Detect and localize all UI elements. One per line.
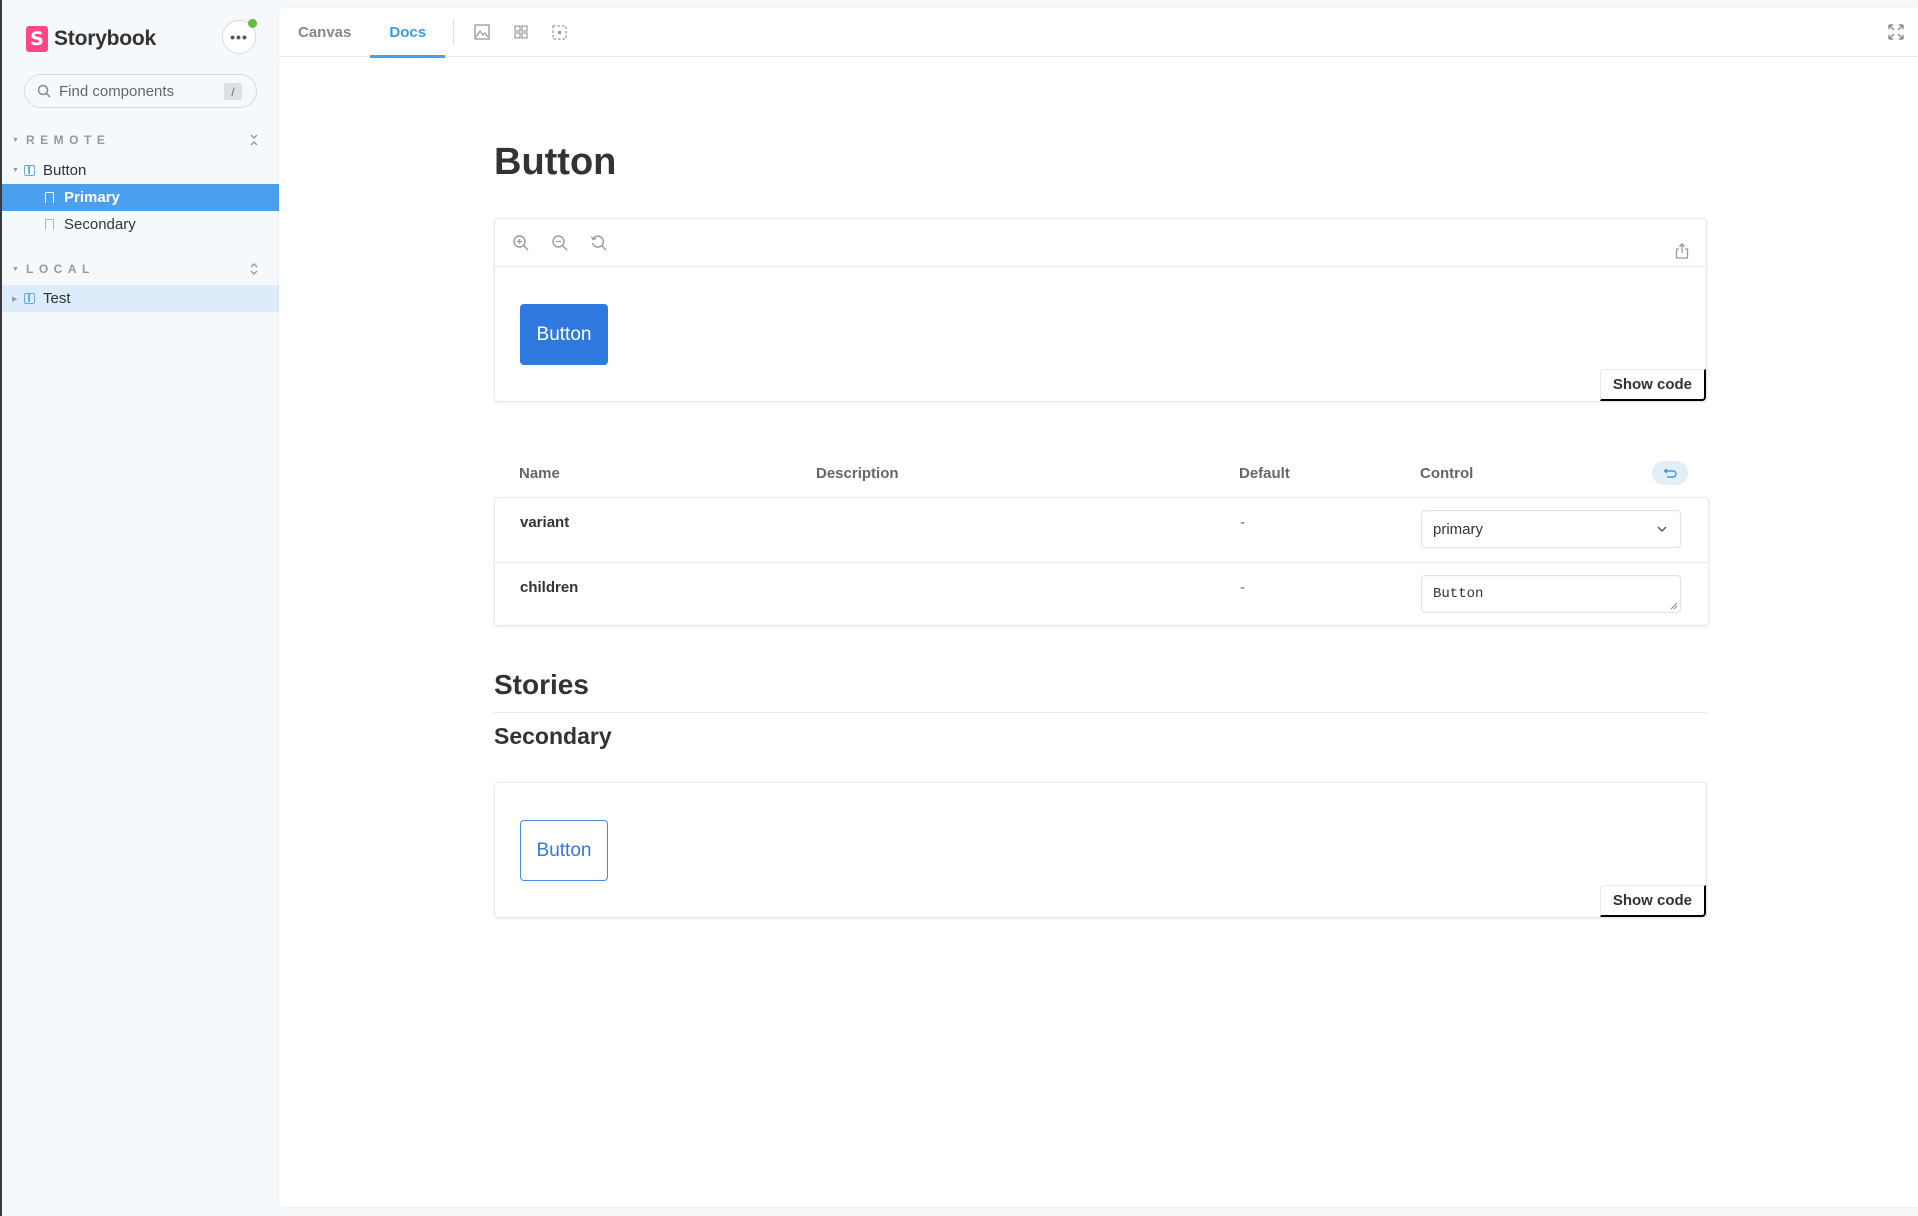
preview-toolbar xyxy=(495,219,1706,267)
secondary-demo-button[interactable]: Button xyxy=(520,820,608,881)
search-shortcut-key: / xyxy=(224,83,242,100)
children-textarea[interactable]: Button xyxy=(1422,576,1680,612)
table-row: variant - primary xyxy=(495,498,1708,562)
column-header-control: Control xyxy=(1420,465,1474,482)
section-local[interactable]: ▼ LOCAL xyxy=(12,259,267,279)
tree-item-secondary[interactable]: Secondary xyxy=(2,211,279,238)
search-input[interactable] xyxy=(59,82,209,100)
outline-icon xyxy=(552,24,567,40)
component-icon xyxy=(24,165,35,176)
column-header-name: Name xyxy=(519,465,560,482)
tree-item-primary[interactable]: Primary xyxy=(2,184,279,211)
grid-icon xyxy=(513,25,528,39)
storybook-logo-icon: S xyxy=(26,26,48,52)
stories-divider xyxy=(494,712,1707,713)
variant-select-input[interactable]: primary xyxy=(1422,511,1680,547)
arg-default: - xyxy=(1240,514,1245,531)
primary-demo-button[interactable]: Button xyxy=(520,304,608,365)
search-icon xyxy=(37,84,51,98)
collapse-all-icon[interactable] xyxy=(249,134,259,146)
args-table-body: variant - primary children - Button xyxy=(494,497,1709,626)
tree-item-label: Test xyxy=(43,290,71,307)
tab-canvas[interactable]: Canvas xyxy=(279,8,370,57)
settings-menu-button[interactable]: ••• xyxy=(222,19,257,54)
share-icon[interactable] xyxy=(1675,243,1689,259)
zoom-in-icon[interactable] xyxy=(512,234,530,252)
column-header-default: Default xyxy=(1239,465,1290,482)
tree-item-button[interactable]: ▼ Button xyxy=(2,157,279,184)
fullscreen-icon[interactable] xyxy=(1888,24,1904,40)
column-header-description: Description xyxy=(816,465,899,482)
arg-default: - xyxy=(1240,579,1245,596)
arg-name: variant xyxy=(520,514,570,531)
story-title-secondary: Secondary xyxy=(494,723,612,749)
update-status-dot xyxy=(248,19,257,28)
secondary-story-preview: Button Show code xyxy=(494,782,1707,918)
arg-name: children xyxy=(520,579,579,596)
background-tool-button[interactable] xyxy=(462,8,501,57)
more-icon: ••• xyxy=(230,29,248,45)
story-bookmark-icon xyxy=(45,219,54,230)
toolbar: Canvas Docs xyxy=(279,8,1918,58)
section-toggle-icon: ▼ xyxy=(12,136,19,144)
main-panel: Canvas Docs Button Button Show code Name… xyxy=(279,8,1918,1207)
section-remote[interactable]: ▼ REMOTE xyxy=(12,130,267,150)
collapsed-caret-icon: ▶ xyxy=(12,295,18,303)
outline-tool-button[interactable] xyxy=(540,8,579,57)
grid-tool-button[interactable] xyxy=(501,8,540,57)
expand-all-icon[interactable] xyxy=(249,262,259,276)
args-table-header: Name Description Default Control xyxy=(494,457,1707,491)
undo-icon xyxy=(1663,468,1677,478)
show-code-button[interactable]: Show code xyxy=(1599,369,1706,401)
table-row: children - Button xyxy=(495,562,1708,626)
tab-docs[interactable]: Docs xyxy=(370,8,445,58)
tree-item-label: Button xyxy=(43,162,87,179)
component-icon xyxy=(24,293,35,304)
brand-name: Storybook xyxy=(54,27,157,50)
variant-select[interactable]: primary xyxy=(1421,510,1681,548)
children-text-control[interactable]: Button xyxy=(1421,575,1681,613)
tree-item-label: Primary xyxy=(64,189,120,206)
show-code-button[interactable]: Show code xyxy=(1599,885,1706,917)
primary-story-preview: Button Show code xyxy=(494,218,1707,402)
tree-item-label: Secondary xyxy=(64,216,136,233)
zoom-out-icon[interactable] xyxy=(551,234,569,252)
brand[interactable]: S Storybook xyxy=(26,26,156,52)
search-field[interactable]: / xyxy=(24,74,257,108)
background-icon xyxy=(473,24,490,40)
reset-controls-button[interactable] xyxy=(1652,461,1688,485)
stories-heading: Stories xyxy=(494,669,589,700)
section-label: REMOTE xyxy=(26,133,111,147)
sidebar: S Storybook ••• / ▼ REMOTE ▼ Button Prim… xyxy=(2,0,279,1216)
resize-handle-icon[interactable] xyxy=(1670,602,1678,610)
section-label: LOCAL xyxy=(26,262,95,276)
toolbar-divider xyxy=(453,19,455,45)
tree-item-test[interactable]: ▶ Test xyxy=(2,285,279,312)
page-title: Button xyxy=(494,141,617,183)
zoom-reset-icon[interactable] xyxy=(590,234,608,252)
section-toggle-icon: ▼ xyxy=(12,265,19,273)
story-bookmark-icon xyxy=(45,192,54,203)
expand-caret-icon: ▼ xyxy=(12,167,19,174)
